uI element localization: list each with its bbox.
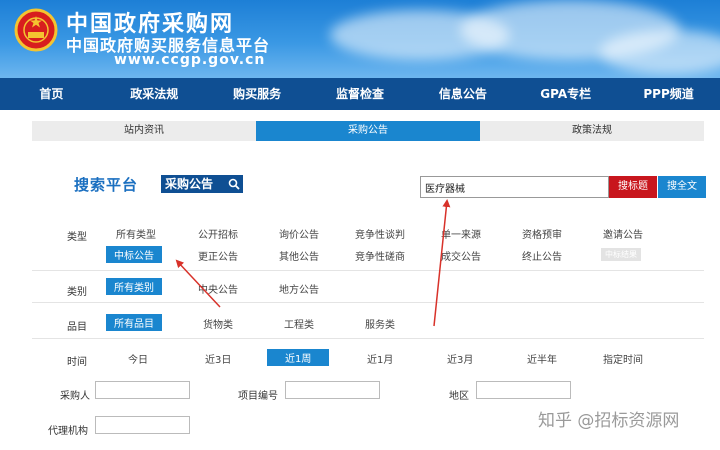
tab-procurement-notices[interactable]: 采购公告 [256, 121, 480, 141]
search-scope-badge: 采购公告 [161, 175, 243, 193]
region-label: 地区 [449, 391, 469, 402]
type-option-consultation[interactable]: 竞争性磋商 [355, 248, 405, 263]
divider [32, 270, 704, 271]
type-option-all[interactable]: 所有类型 [116, 226, 156, 241]
time-option-today[interactable]: 今日 [128, 351, 148, 366]
header-banner: 中国政府采购网 中国政府购买服务信息平台 www.ccgp.gov.cn [0, 0, 720, 78]
type-label: 类型 [67, 232, 87, 243]
category-option-central[interactable]: 中央公告 [198, 281, 238, 296]
time-option-3-months[interactable]: 近3月 [447, 351, 473, 366]
nav-item-gpa[interactable]: GPA专栏 [514, 78, 617, 110]
item-option-all[interactable]: 所有品目 [106, 314, 162, 331]
type-option-award-result[interactable]: 中标结果 [601, 248, 641, 261]
nav-item-regulations[interactable]: 政采法规 [103, 78, 206, 110]
type-option-termination[interactable]: 终止公告 [522, 248, 562, 263]
main-nav: 首页 政采法规 购买服务 监督检查 信息公告 GPA专栏 PPP频道 [0, 78, 720, 110]
search-platform-title: 搜索平台 [74, 176, 139, 194]
nav-item-supervision[interactable]: 监督检查 [309, 78, 412, 110]
type-option-correction[interactable]: 更正公告 [198, 248, 238, 263]
category-label: 类别 [67, 287, 87, 298]
time-option-custom[interactable]: 指定时间 [603, 351, 643, 366]
site-url: www.ccgp.gov.cn [114, 52, 266, 68]
type-option-transaction[interactable]: 成交公告 [441, 248, 481, 263]
type-option-award[interactable]: 中标公告 [106, 246, 162, 263]
type-option-open-tender[interactable]: 公开招标 [198, 226, 238, 241]
time-option-1-month[interactable]: 近1月 [367, 351, 393, 366]
buyer-label: 采购人 [60, 391, 90, 402]
search-scope-label: 采购公告 [165, 177, 214, 191]
time-label: 时间 [67, 357, 87, 368]
item-label: 品目 [67, 322, 87, 333]
type-option-single-source[interactable]: 单一来源 [441, 226, 481, 241]
national-emblem-icon [14, 8, 58, 52]
category-option-all[interactable]: 所有类别 [106, 278, 162, 295]
project-number-input[interactable] [285, 381, 380, 399]
watermark: 知乎 @招标资源网 [538, 411, 680, 431]
type-option-prequalification[interactable]: 资格预审 [522, 226, 562, 241]
time-option-half-year[interactable]: 近半年 [527, 351, 557, 366]
agency-label: 代理机构 [48, 426, 88, 437]
buyer-input[interactable] [95, 381, 190, 399]
nav-item-home[interactable]: 首页 [0, 78, 103, 110]
category-option-local[interactable]: 地方公告 [279, 281, 319, 296]
tab-policies[interactable]: 政策法规 [480, 121, 704, 141]
type-option-other[interactable]: 其他公告 [279, 248, 319, 263]
type-option-inquiry[interactable]: 询价公告 [279, 226, 319, 241]
nav-item-purchase-service[interactable]: 购买服务 [206, 78, 309, 110]
tab-site-news[interactable]: 站内资讯 [32, 121, 256, 141]
sub-tabs: 站内资讯 采购公告 政策法规 [32, 121, 704, 141]
cloud-decoration [600, 30, 720, 74]
agency-input[interactable] [95, 416, 190, 434]
time-option-3-days[interactable]: 近3日 [205, 351, 231, 366]
region-input[interactable] [476, 381, 571, 399]
search-input[interactable] [420, 176, 609, 198]
nav-item-ppp[interactable]: PPP频道 [617, 78, 720, 110]
search-fulltext-button[interactable]: 搜全文 [658, 176, 706, 198]
annotation-arrow-to-search [433, 199, 451, 327]
project-number-label: 项目编号 [238, 391, 278, 402]
time-option-1-week[interactable]: 近1周 [267, 349, 330, 366]
divider [32, 302, 704, 303]
item-option-goods[interactable]: 货物类 [203, 316, 233, 331]
type-option-negotiation[interactable]: 竞争性谈判 [355, 226, 405, 241]
search-title-button[interactable]: 搜标题 [609, 176, 657, 198]
item-option-works[interactable]: 工程类 [284, 316, 314, 331]
divider [32, 338, 704, 339]
nav-item-announcements[interactable]: 信息公告 [411, 78, 514, 110]
search-icon [228, 178, 240, 190]
type-option-invitation[interactable]: 邀请公告 [603, 226, 643, 241]
item-option-services[interactable]: 服务类 [365, 316, 395, 331]
